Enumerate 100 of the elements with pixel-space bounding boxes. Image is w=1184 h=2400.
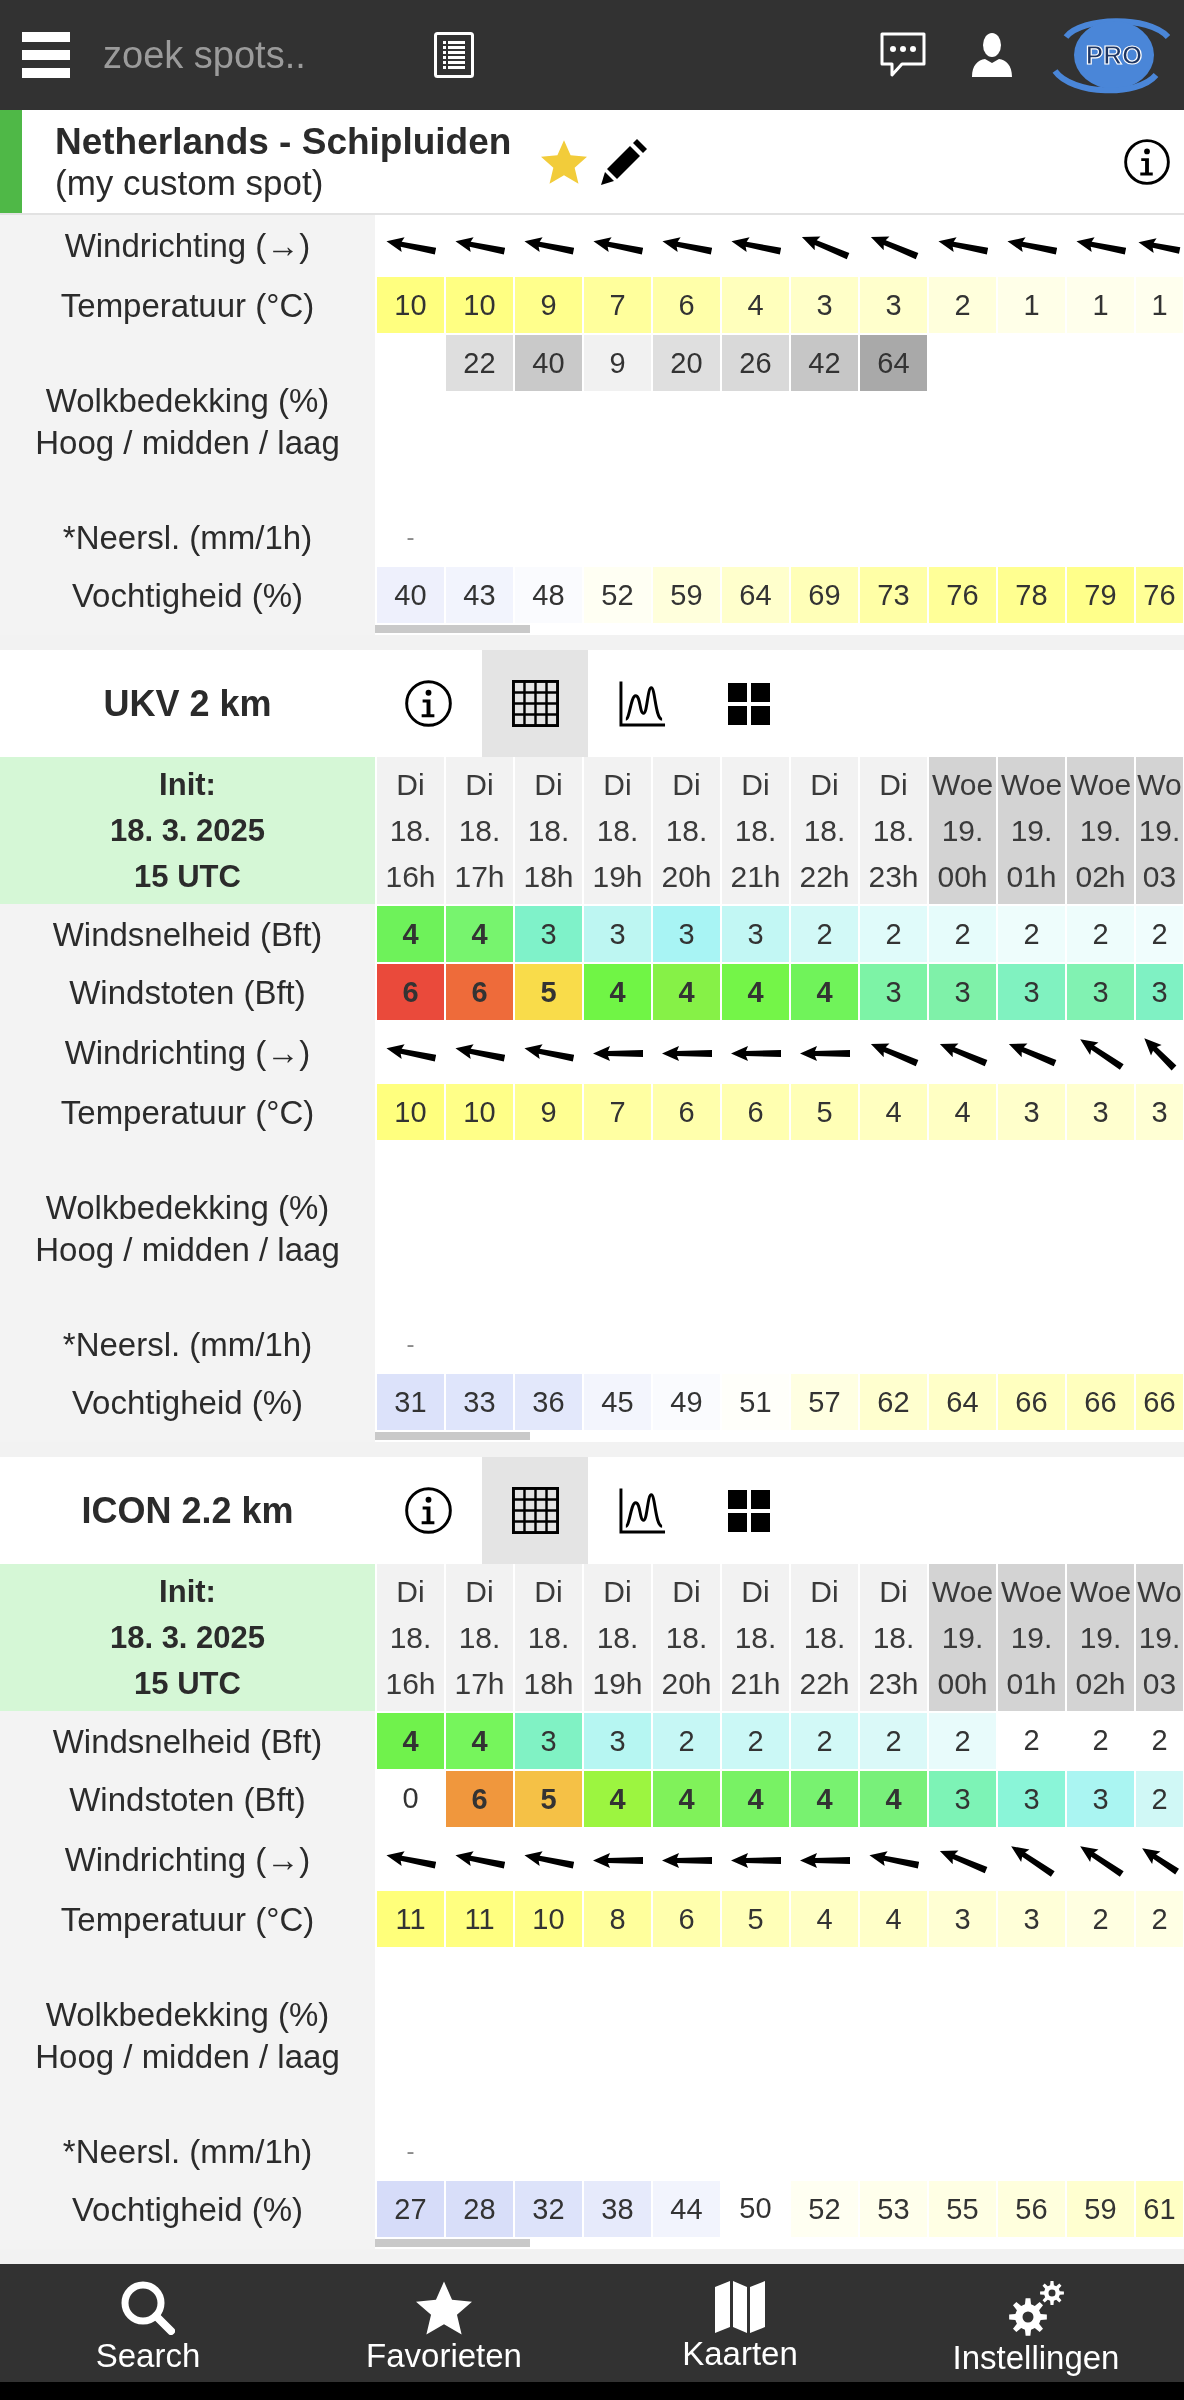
date-label: 19. [941,812,984,849]
value-cell: 4 [722,1771,789,1827]
date-label: 18. [665,1619,708,1656]
hour-label: 21h [730,1665,781,1702]
day-label: Di [879,1573,908,1610]
value-cell: 4 [791,1891,858,1947]
date-label: 19. [1079,1619,1122,1656]
date-label: 18. [734,812,777,849]
search-field[interactable]: zoek spots.. [103,30,403,80]
tiles-view-tab[interactable] [728,1489,770,1532]
table-view-tab[interactable] [482,650,588,757]
value-cell: 10 [377,1084,444,1140]
date-label: 18. [596,1619,639,1656]
value-cell: 61 [1136,2181,1183,2237]
value-cell: 66 [1136,1374,1183,1430]
menu-icon[interactable] [22,32,70,78]
value-cell: 4 [584,964,651,1020]
chat-icon[interactable] [880,32,926,78]
nav-button[interactable]: Search [95,2281,201,2375]
init-date: 18. 3. 2025 [109,811,266,850]
value-cell: 6 [446,1771,513,1827]
line-chart-icon [618,680,666,727]
value-cell: 4 [791,964,858,1020]
value-cell: 38 [584,2181,651,2237]
document-list-icon[interactable] [434,32,474,78]
day-label: Di [741,1573,770,1610]
hour-label: 02h [1075,858,1126,895]
value-text: 2 [1023,1724,1040,1758]
hour-label: 16h [385,858,436,895]
value-text: - [406,1330,415,1358]
user-icon[interactable] [972,33,1012,77]
hour-label: 22h [799,858,850,895]
value-cell: 9 [584,335,651,391]
value-cell: 42 [791,335,858,391]
scrollbar-thumb[interactable] [375,625,530,633]
value-cell: 7 [584,277,651,333]
hour-label: 22h [799,1665,850,1702]
info-button[interactable] [404,1487,452,1534]
row-label: Wolkbedekking (%) Hoog / midden / laag [35,1188,340,1270]
scrollbar-thumb[interactable] [375,2239,530,2247]
nav-button[interactable]: Kaarten [682,2281,798,2373]
graph-view-tab[interactable] [618,680,666,727]
hour-label: 01h [1006,858,1057,895]
line-chart-icon [618,1487,666,1534]
hour-label: 21h [730,858,781,895]
value-cell: 4 [446,906,513,962]
value-cell: 76 [929,567,996,623]
value-cell: 4 [860,1771,927,1827]
hour-label: 19h [592,1665,643,1702]
info-icon[interactable] [1124,138,1170,185]
value-text: - [406,2137,415,2165]
graph-view-tab[interactable] [618,1487,666,1534]
pencil-icon[interactable] [601,138,648,185]
value-cell: 3 [929,964,996,1020]
hour-label: 19h [592,858,643,895]
init-time: 15 UTC [134,1664,241,1703]
row-label: Temperatuur (°C) [60,1900,315,1940]
info-button[interactable] [404,680,452,727]
value-cell: 3 [860,277,927,333]
value-cell: 51 [722,1374,789,1430]
value-cell: 11 [446,1891,513,1947]
grid-icon [511,1487,559,1534]
value-cell: 4 [722,277,789,333]
value-cell: 3 [998,1771,1065,1827]
tiles-view-tab[interactable] [728,682,770,725]
init-label: Init: [159,765,216,804]
value-cell: 6 [653,277,720,333]
value-cell: 4 [446,1713,513,1769]
table-view-tab[interactable] [482,1457,588,1564]
value-cell: 2 [998,906,1065,962]
value-cell: 2 [1067,1891,1134,1947]
value-cell: 76 [1136,567,1183,623]
value-cell: 3 [584,906,651,962]
scrollbar-thumb[interactable] [375,1432,530,1440]
value-cell: 52 [791,2181,858,2237]
value-cell: 4 [653,964,720,1020]
day-label: Woe [1069,766,1132,803]
search-icon [121,2281,175,2335]
value-cell: 2 [929,277,996,333]
day-label: Woe [931,1573,994,1610]
spot-subtitle: (my custom spot) [55,163,324,203]
value-cell: 4 [929,1084,996,1140]
row-label: Temperatuur (°C) [60,1093,315,1133]
value-cell: 4 [791,1771,858,1827]
hour-label: 02h [1075,1665,1126,1702]
hour-label: 00h [937,1665,988,1702]
value-cell: 32 [515,2181,582,2237]
init-date: 18. 3. 2025 [109,1618,266,1657]
star-icon[interactable] [541,139,588,184]
info-icon [404,680,452,727]
day-label: Woe [1000,1573,1063,1610]
nav-button[interactable]: Instellingen [952,2281,1120,2377]
nav-button[interactable]: Favorieten [366,2281,522,2375]
day-label: Woe [931,766,994,803]
hour-label: 23h [868,858,919,895]
model-name: ICON 2.2 km [81,1489,294,1532]
value-cell: 48 [515,567,582,623]
date-label: 18. [803,812,846,849]
day-label: Di [534,766,563,803]
date-label: 18. [527,812,570,849]
